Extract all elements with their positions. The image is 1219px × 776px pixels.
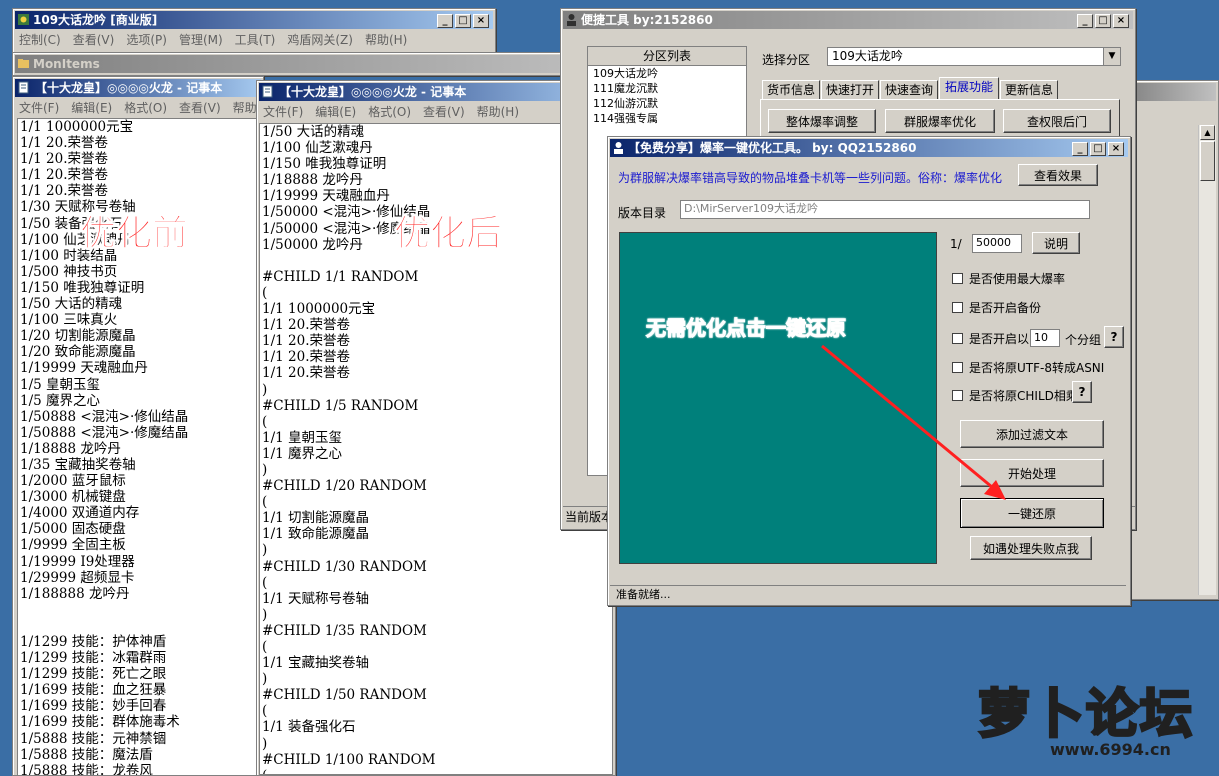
forum-logo-text: 萝卜论坛 bbox=[976, 684, 1195, 747]
forum-logo: 萝卜论坛 www.6994.cn bbox=[970, 672, 1210, 767]
red-arrow-icon bbox=[821, 344, 1006, 500]
forum-logo-url: www.6994.cn bbox=[1050, 740, 1171, 759]
